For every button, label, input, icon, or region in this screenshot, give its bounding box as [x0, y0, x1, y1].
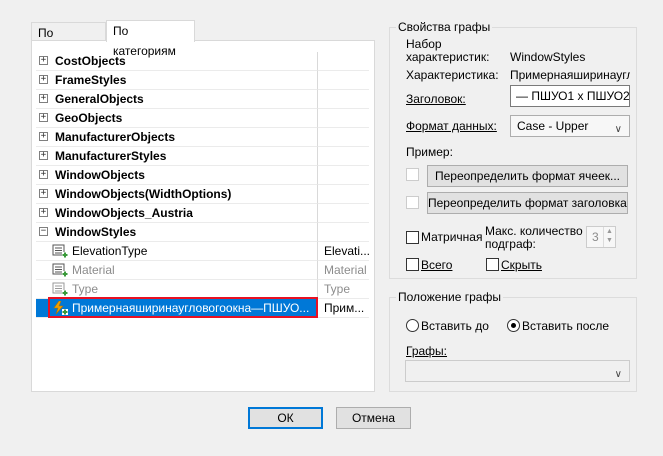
data-format-label: Формат данных:: [406, 119, 497, 133]
column-position-title: Положение графы: [396, 290, 503, 304]
selection-highlight: [48, 297, 318, 318]
category-label: FrameStyles: [55, 73, 127, 87]
data-format-dropdown[interactable]: Case - Upper ∨: [510, 115, 630, 137]
total-label: Всего: [421, 258, 453, 272]
max-count-label-line2: подграф:: [485, 237, 536, 251]
header-input[interactable]: — ПШУО1 х ПШУО2: [510, 85, 630, 107]
insert-before-radio[interactable]: [406, 319, 419, 332]
tab-categorized[interactable]: По категориям: [106, 20, 195, 58]
tab-categorized-label: По категориям: [113, 24, 176, 58]
expand-icon[interactable]: +: [39, 132, 48, 141]
category-row-windowstyles[interactable]: − WindowStyles: [36, 223, 369, 242]
expand-icon[interactable]: +: [39, 170, 48, 179]
matrix-label: Матричная: [421, 230, 483, 244]
ok-button[interactable]: ОК: [248, 407, 323, 429]
property-list-icon: [52, 282, 68, 296]
expand-icon[interactable]: +: [39, 113, 48, 122]
expand-icon[interactable]: +: [39, 56, 48, 65]
column-properties-title: Свойства графы: [396, 20, 493, 34]
property-row[interactable]: ElevationType Elevati...: [36, 242, 369, 261]
total-checkbox[interactable]: [406, 258, 419, 271]
property-list-icon: [52, 244, 68, 258]
set-value: WindowStyles: [510, 50, 586, 64]
category-row[interactable]: + ManufacturerStyles: [36, 147, 369, 166]
columns-label: Графы:: [406, 344, 448, 358]
header-label: Заголовок:: [406, 92, 466, 106]
set-label-line2: характеристик:: [406, 50, 490, 64]
characteristic-value: Примернаяширинаугло: [510, 68, 630, 82]
chevron-down-icon: ∨: [614, 369, 622, 380]
property-value: Material: [317, 261, 369, 280]
hide-checkbox[interactable]: [486, 258, 499, 271]
property-grid: + CostObjects + FrameStyles + GeneralObject…: [36, 52, 369, 319]
header-input-value: — ПШУО1 х ПШУО2: [516, 89, 630, 103]
example-label: Пример:: [406, 145, 453, 159]
category-label: WindowObjects: [55, 168, 145, 182]
override-header-checkbox[interactable]: [406, 196, 419, 209]
category-label: WindowObjects(WidthOptions): [55, 187, 232, 201]
expand-icon[interactable]: +: [39, 94, 48, 103]
category-label: ManufacturerObjects: [55, 130, 176, 144]
expand-icon[interactable]: +: [39, 151, 48, 160]
max-count-label-line1: Макс. количество: [485, 224, 583, 238]
category-row[interactable]: + ManufacturerObjects: [36, 128, 369, 147]
property-row[interactable]: Material Material: [36, 261, 369, 280]
category-row[interactable]: + FrameStyles: [36, 71, 369, 90]
set-label-line1: Набор: [406, 37, 442, 51]
category-row[interactable]: + WindowObjects: [36, 166, 369, 185]
hide-label: Скрыть: [501, 258, 542, 272]
expand-icon[interactable]: +: [39, 189, 48, 198]
override-cells-button[interactable]: Переопределить формат ячеек...: [427, 165, 628, 187]
category-row[interactable]: + CostObjects: [36, 52, 369, 71]
insert-after-radio[interactable]: [507, 319, 520, 332]
category-label: WindowObjects_Austria: [55, 206, 193, 220]
columns-dropdown[interactable]: ∨: [405, 360, 630, 382]
tab-alphabetical[interactable]: По алфавиту: [31, 22, 106, 60]
ok-label: ОК: [277, 411, 294, 425]
override-header-label: Переопределить формат заголовка...: [428, 196, 628, 210]
max-count-value: 3: [592, 230, 599, 244]
insert-after-label: Вставить после: [522, 319, 610, 333]
category-label: ManufacturerStyles: [55, 149, 167, 163]
cancel-label: Отмена: [351, 411, 396, 425]
radio-selected-dot: [511, 323, 516, 328]
property-name: Material: [72, 263, 115, 277]
category-row[interactable]: + WindowObjects_Austria: [36, 204, 369, 223]
override-header-button[interactable]: Переопределить формат заголовка...: [427, 192, 628, 214]
expand-icon[interactable]: +: [39, 75, 48, 84]
override-cells-checkbox[interactable]: [406, 168, 419, 181]
property-list-icon: [52, 263, 68, 277]
category-label: GeoObjects: [55, 111, 123, 125]
stepper-down-icon[interactable]: ▼: [606, 237, 613, 244]
category-label: GeneralObjects: [55, 92, 144, 106]
property-value: Elevati...: [317, 242, 369, 261]
characteristic-label: Характеристика:: [406, 68, 499, 82]
insert-before-label: Вставить до: [421, 319, 489, 333]
override-cells-label: Переопределить формат ячеек...: [434, 169, 621, 183]
cancel-button[interactable]: Отмена: [336, 407, 411, 429]
collapse-icon[interactable]: −: [39, 227, 48, 236]
property-name: ElevationType: [72, 244, 148, 258]
category-label: WindowStyles: [55, 225, 137, 239]
expand-icon[interactable]: +: [39, 208, 48, 217]
property-name: Type: [72, 282, 99, 296]
category-row[interactable]: + GeneralObjects: [36, 90, 369, 109]
data-format-value: Case - Upper: [517, 119, 589, 133]
data-format-label-text: Формат данных:: [406, 119, 497, 133]
matrix-checkbox[interactable]: [406, 231, 419, 244]
property-value: Прим...: [317, 299, 369, 318]
chevron-down-icon: ∨: [614, 124, 622, 135]
category-row[interactable]: + GeoObjects: [36, 109, 369, 128]
property-value: Type: [317, 280, 369, 299]
stepper-up-icon[interactable]: ▲: [606, 228, 613, 235]
stepper-arrows[interactable]: ▲ ▼: [603, 227, 616, 247]
category-row[interactable]: + WindowObjects(WidthOptions): [36, 185, 369, 204]
